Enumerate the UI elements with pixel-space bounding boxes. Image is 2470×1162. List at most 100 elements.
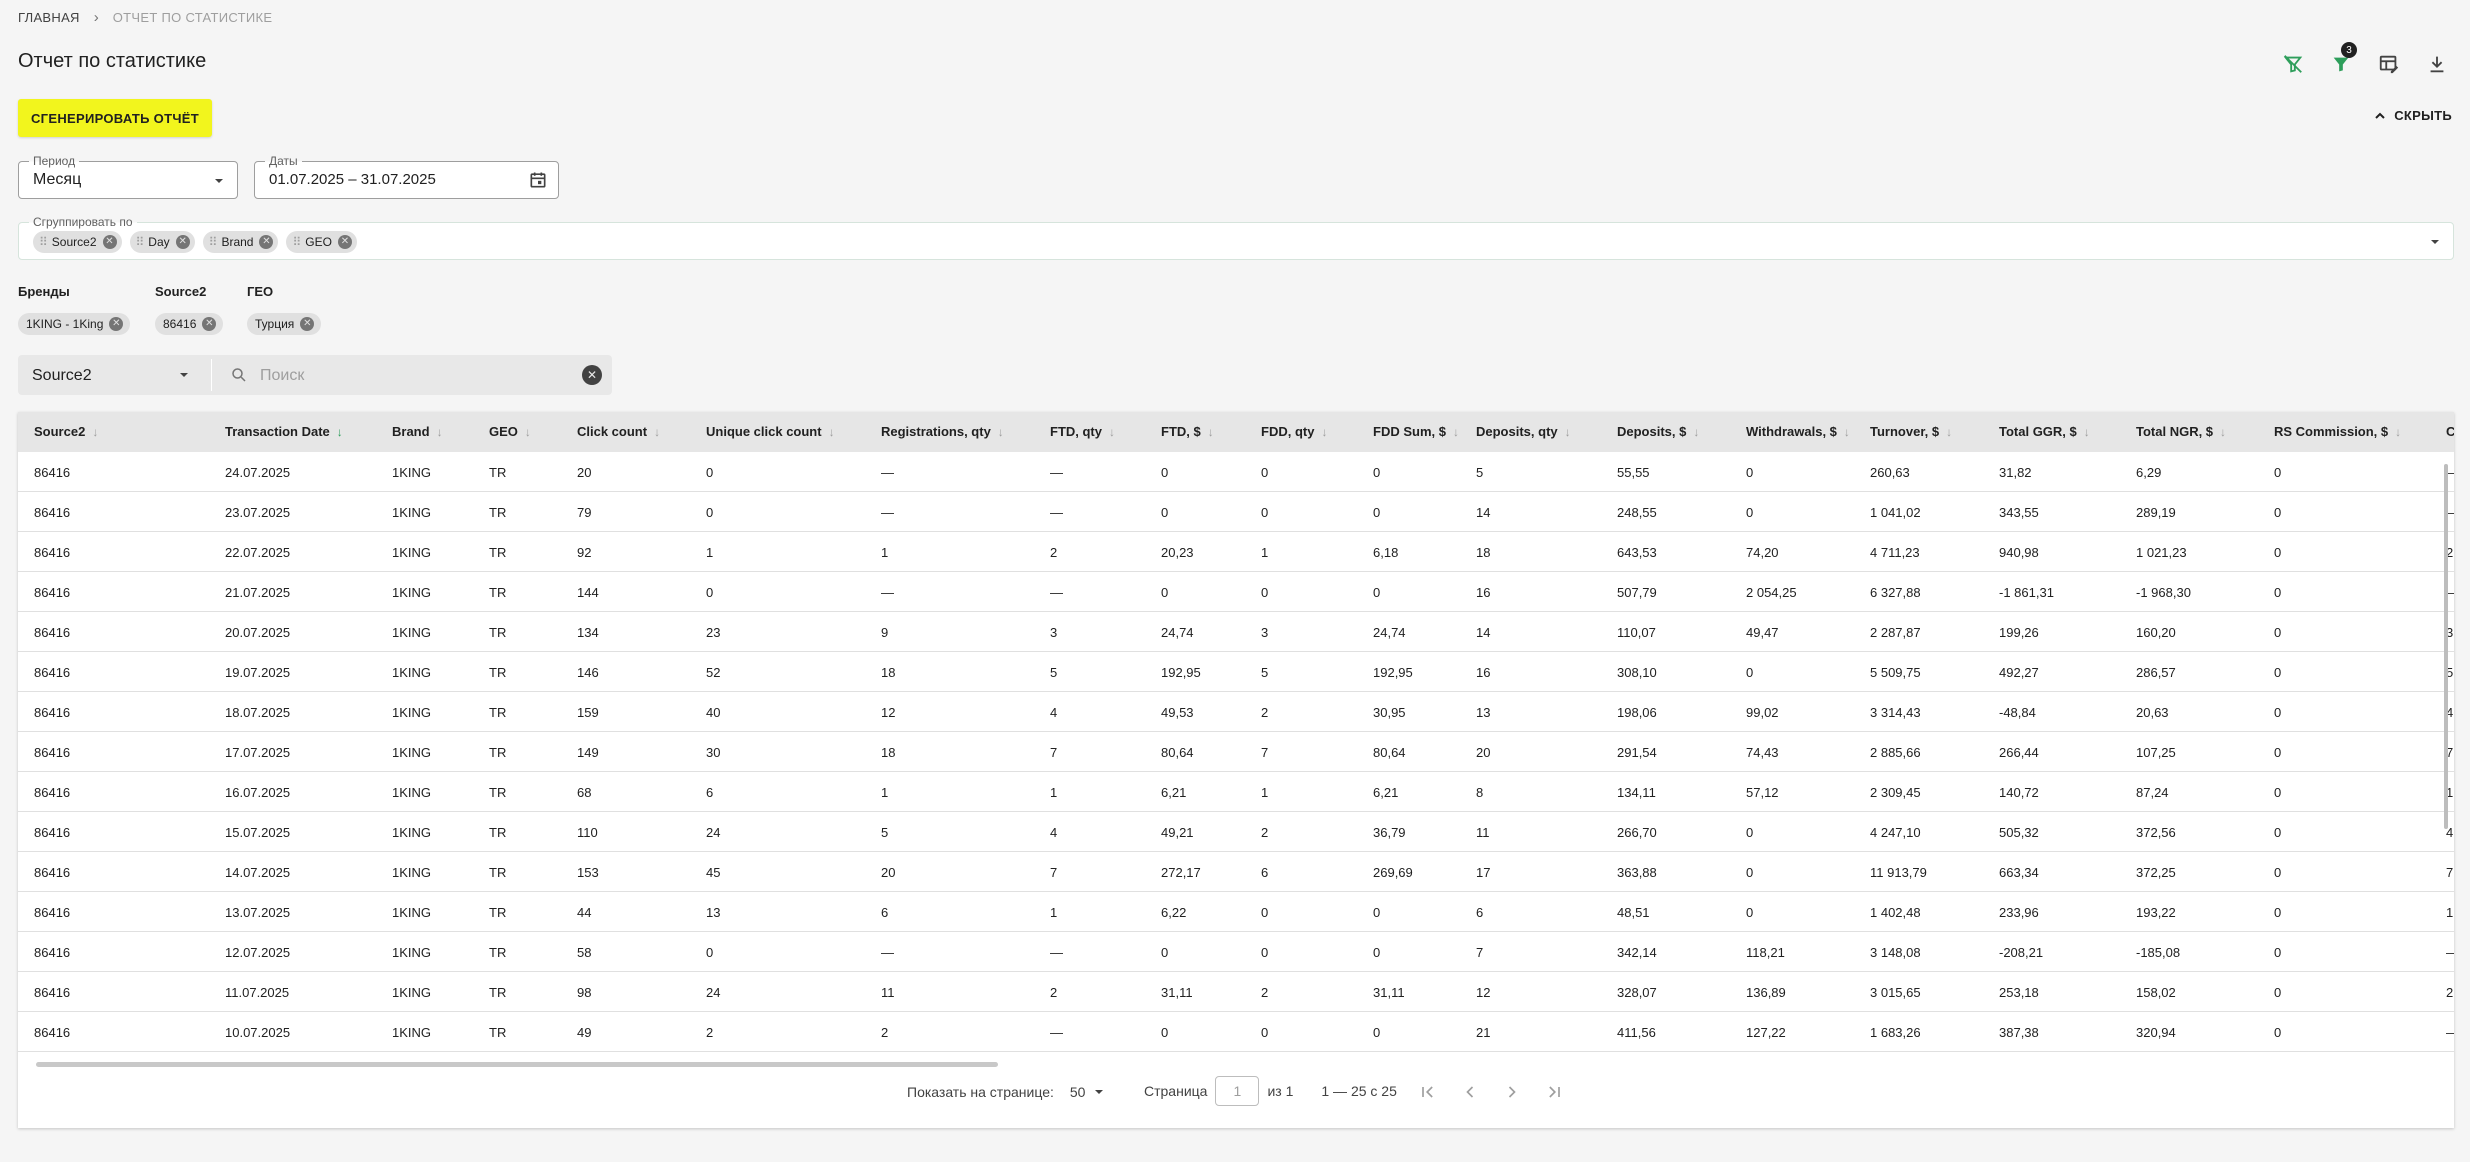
- drag-handle-icon[interactable]: ⠿: [209, 235, 218, 249]
- calendar-icon[interactable]: [528, 170, 548, 190]
- column-header[interactable]: RS Commission, $ ↓: [2274, 424, 2401, 439]
- table-row[interactable]: 86416 21.07.2025 1KING TR 144 0 — — 0 0 0 16 507,79 2…: [18, 572, 2454, 612]
- next-page-icon[interactable]: [1502, 1082, 1522, 1102]
- table-row[interactable]: 86416 19.07.2025 1KING TR 146 52 18 5 192,95 5 192…: [18, 652, 2454, 692]
- table-cell: 1KING: [392, 825, 432, 840]
- filter-chip[interactable]: 86416 ✕: [155, 313, 223, 335]
- sort-arrow-icon[interactable]: ↓: [1565, 425, 1571, 439]
- drag-handle-icon[interactable]: ⠿: [136, 235, 145, 249]
- table-row[interactable]: 86416 15.07.2025 1KING TR 110 24 5 4 49,21 2 36,79…: [18, 812, 2454, 852]
- remove-chip-icon[interactable]: ✕: [202, 317, 217, 331]
- table-row[interactable]: 86416 11.07.2025 1KING TR 98 24 11 2 31,11 2 31,11…: [18, 972, 2454, 1012]
- sort-arrow-icon[interactable]: ↓: [998, 425, 1004, 439]
- column-header[interactable]: Deposits, $ ↓: [1617, 424, 1699, 439]
- table-row[interactable]: 86416 24.07.2025 1KING TR 20 0 — — 0 0 0 5 55,55 0 260…: [18, 452, 2454, 492]
- filter-chip[interactable]: Турция ✕: [247, 313, 321, 335]
- table-row[interactable]: 86416 13.07.2025 1KING TR 44 13 6 1 6,22 0 0 6 48,51…: [18, 892, 2454, 932]
- sort-arrow-icon[interactable]: ↓: [1844, 425, 1850, 439]
- group-by-field[interactable]: Сгруппировать по ⠿ Source2 ✕ ⠿ Day ✕ ⠿ Brand ✕…: [18, 215, 2454, 260]
- horizontal-scrollbar[interactable]: [36, 1062, 998, 1067]
- search-field-select[interactable]: Source2: [32, 367, 92, 385]
- column-header[interactable]: Total GGR, $ ↓: [1999, 424, 2090, 439]
- filter-chip[interactable]: 1KING - 1King ✕: [18, 313, 130, 335]
- table-cell: 52: [706, 665, 721, 680]
- column-header[interactable]: Brand ↓: [392, 424, 443, 439]
- sort-arrow-icon[interactable]: ↓: [437, 425, 443, 439]
- table-row[interactable]: 86416 10.07.2025 1KING TR 49 2 2 — 0 0 0 21 411,56 12…: [18, 1012, 2454, 1052]
- column-header[interactable]: Click count ↓: [577, 424, 660, 439]
- sort-arrow-icon[interactable]: ↓: [1453, 425, 1459, 439]
- drag-handle-icon[interactable]: ⠿: [292, 235, 301, 249]
- filter-button[interactable]: 3: [2325, 42, 2357, 80]
- remove-chip-icon[interactable]: ✕: [300, 317, 315, 331]
- search-input[interactable]: Поиск: [260, 367, 304, 385]
- dropdown-arrow-icon[interactable]: [178, 369, 190, 381]
- column-header[interactable]: Registrations, qty ↓: [881, 424, 1004, 439]
- sort-arrow-icon[interactable]: ↓: [1321, 425, 1327, 439]
- sort-arrow-icon[interactable]: ↓: [525, 425, 531, 439]
- page-number-input[interactable]: 1: [1215, 1076, 1260, 1106]
- sort-arrow-icon[interactable]: ↓: [2395, 425, 2401, 439]
- clear-search-icon[interactable]: ✕: [582, 365, 602, 385]
- group-chip-brand[interactable]: ⠿ Brand ✕: [202, 231, 279, 253]
- column-header[interactable]: Total NGR, $ ↓: [2136, 424, 2226, 439]
- sort-arrow-icon[interactable]: ↓: [1946, 425, 1952, 439]
- remove-chip-icon[interactable]: ✕: [337, 235, 352, 249]
- table-row[interactable]: 86416 22.07.2025 1KING TR 92 1 1 2 20,23 1 6,18 18 6…: [18, 532, 2454, 572]
- sort-arrow-icon[interactable]: ↓: [2084, 425, 2090, 439]
- column-header[interactable]: Withdrawals, $ ↓: [1746, 424, 1850, 439]
- hide-filters-button[interactable]: СКРЫТЬ: [2374, 108, 2452, 123]
- table-row[interactable]: 86416 20.07.2025 1KING TR 134 23 9 3 24,74 3 24,74…: [18, 612, 2454, 652]
- column-header[interactable]: Turnover, $ ↓: [1870, 424, 1952, 439]
- column-header[interactable]: FDD Sum, $ ↓: [1373, 424, 1459, 439]
- column-header[interactable]: FDD, qty ↓: [1261, 424, 1327, 439]
- remove-chip-icon[interactable]: ✕: [259, 235, 274, 249]
- sort-arrow-icon[interactable]: ↓: [1109, 425, 1115, 439]
- column-header[interactable]: Unique click count ↓: [706, 424, 835, 439]
- column-header[interactable]: FTD, $ ↓: [1161, 424, 1214, 439]
- column-header[interactable]: Source2 ↓: [34, 424, 98, 439]
- table-row[interactable]: 86416 16.07.2025 1KING TR 68 6 1 1 6,21 1 6,21 8 134…: [18, 772, 2454, 812]
- table-row[interactable]: 86416 14.07.2025 1KING TR 153 45 20 7 272,17 6 269…: [18, 852, 2454, 892]
- dropdown-arrow-icon[interactable]: [2429, 236, 2441, 248]
- generate-report-button[interactable]: СГЕНЕРИРОВАТЬ ОТЧЁТ: [18, 99, 212, 137]
- breadcrumb-home[interactable]: ГЛАВНАЯ: [18, 10, 80, 25]
- per-page-select[interactable]: 50: [1070, 1084, 1106, 1100]
- sort-arrow-icon[interactable]: ↓: [1693, 425, 1699, 439]
- table-row[interactable]: 86416 18.07.2025 1KING TR 159 40 12 4 49,53 2 30,9…: [18, 692, 2454, 732]
- group-chip-geo[interactable]: ⠿ GEO ✕: [286, 231, 357, 253]
- period-select[interactable]: Период Месяц: [18, 154, 238, 199]
- remove-chip-icon[interactable]: ✕: [109, 317, 124, 331]
- table-cell: 11.07.2025: [225, 985, 290, 1000]
- last-page-icon[interactable]: [1544, 1082, 1564, 1102]
- column-header[interactable]: Transaction Date ↓: [225, 424, 343, 439]
- table-row[interactable]: 86416 17.07.2025 1KING TR 149 30 18 7 80,64 7 80,6…: [18, 732, 2454, 772]
- vertical-scrollbar[interactable]: [2444, 464, 2448, 829]
- sort-arrow-icon[interactable]: ↓: [1208, 425, 1214, 439]
- edit-columns-button[interactable]: [2373, 48, 2405, 80]
- column-header[interactable]: Deposits, qty ↓: [1476, 424, 1571, 439]
- drag-handle-icon[interactable]: ⠿: [39, 235, 48, 249]
- download-button[interactable]: [2421, 48, 2453, 80]
- table-cell: 0: [1261, 465, 1269, 480]
- sort-arrow-icon[interactable]: ↓: [2220, 425, 2226, 439]
- sort-arrow-icon[interactable]: ↓: [337, 425, 343, 439]
- first-page-icon[interactable]: [1418, 1082, 1438, 1102]
- column-header[interactable]: FTD, qty ↓: [1050, 424, 1115, 439]
- column-header[interactable]: GEO ↓: [489, 424, 531, 439]
- table-row[interactable]: 86416 23.07.2025 1KING TR 79 0 — — 0 0 0 14 248,55 0 1…: [18, 492, 2454, 532]
- remove-chip-icon[interactable]: ✕: [175, 235, 190, 249]
- prev-page-icon[interactable]: [1460, 1082, 1480, 1102]
- sort-arrow-icon[interactable]: ↓: [92, 425, 98, 439]
- group-chip-source2[interactable]: ⠿ Source2 ✕: [33, 231, 122, 253]
- group-chip-day[interactable]: ⠿ Day ✕: [129, 231, 195, 253]
- sort-arrow-icon[interactable]: ↓: [654, 425, 660, 439]
- column-header[interactable]: C: [2446, 424, 2454, 439]
- table-row[interactable]: 86416 12.07.2025 1KING TR 58 0 — — 0 0 0 7 342,14 118…: [18, 932, 2454, 972]
- clear-filter-button[interactable]: [2277, 48, 2309, 80]
- table-cell: 86416: [34, 585, 71, 600]
- remove-chip-icon[interactable]: ✕: [102, 235, 117, 249]
- table-cell: 6: [1476, 905, 1484, 920]
- dates-field[interactable]: Даты 01.07.2025 – 31.07.2025: [254, 154, 559, 199]
- sort-arrow-icon[interactable]: ↓: [829, 425, 835, 439]
